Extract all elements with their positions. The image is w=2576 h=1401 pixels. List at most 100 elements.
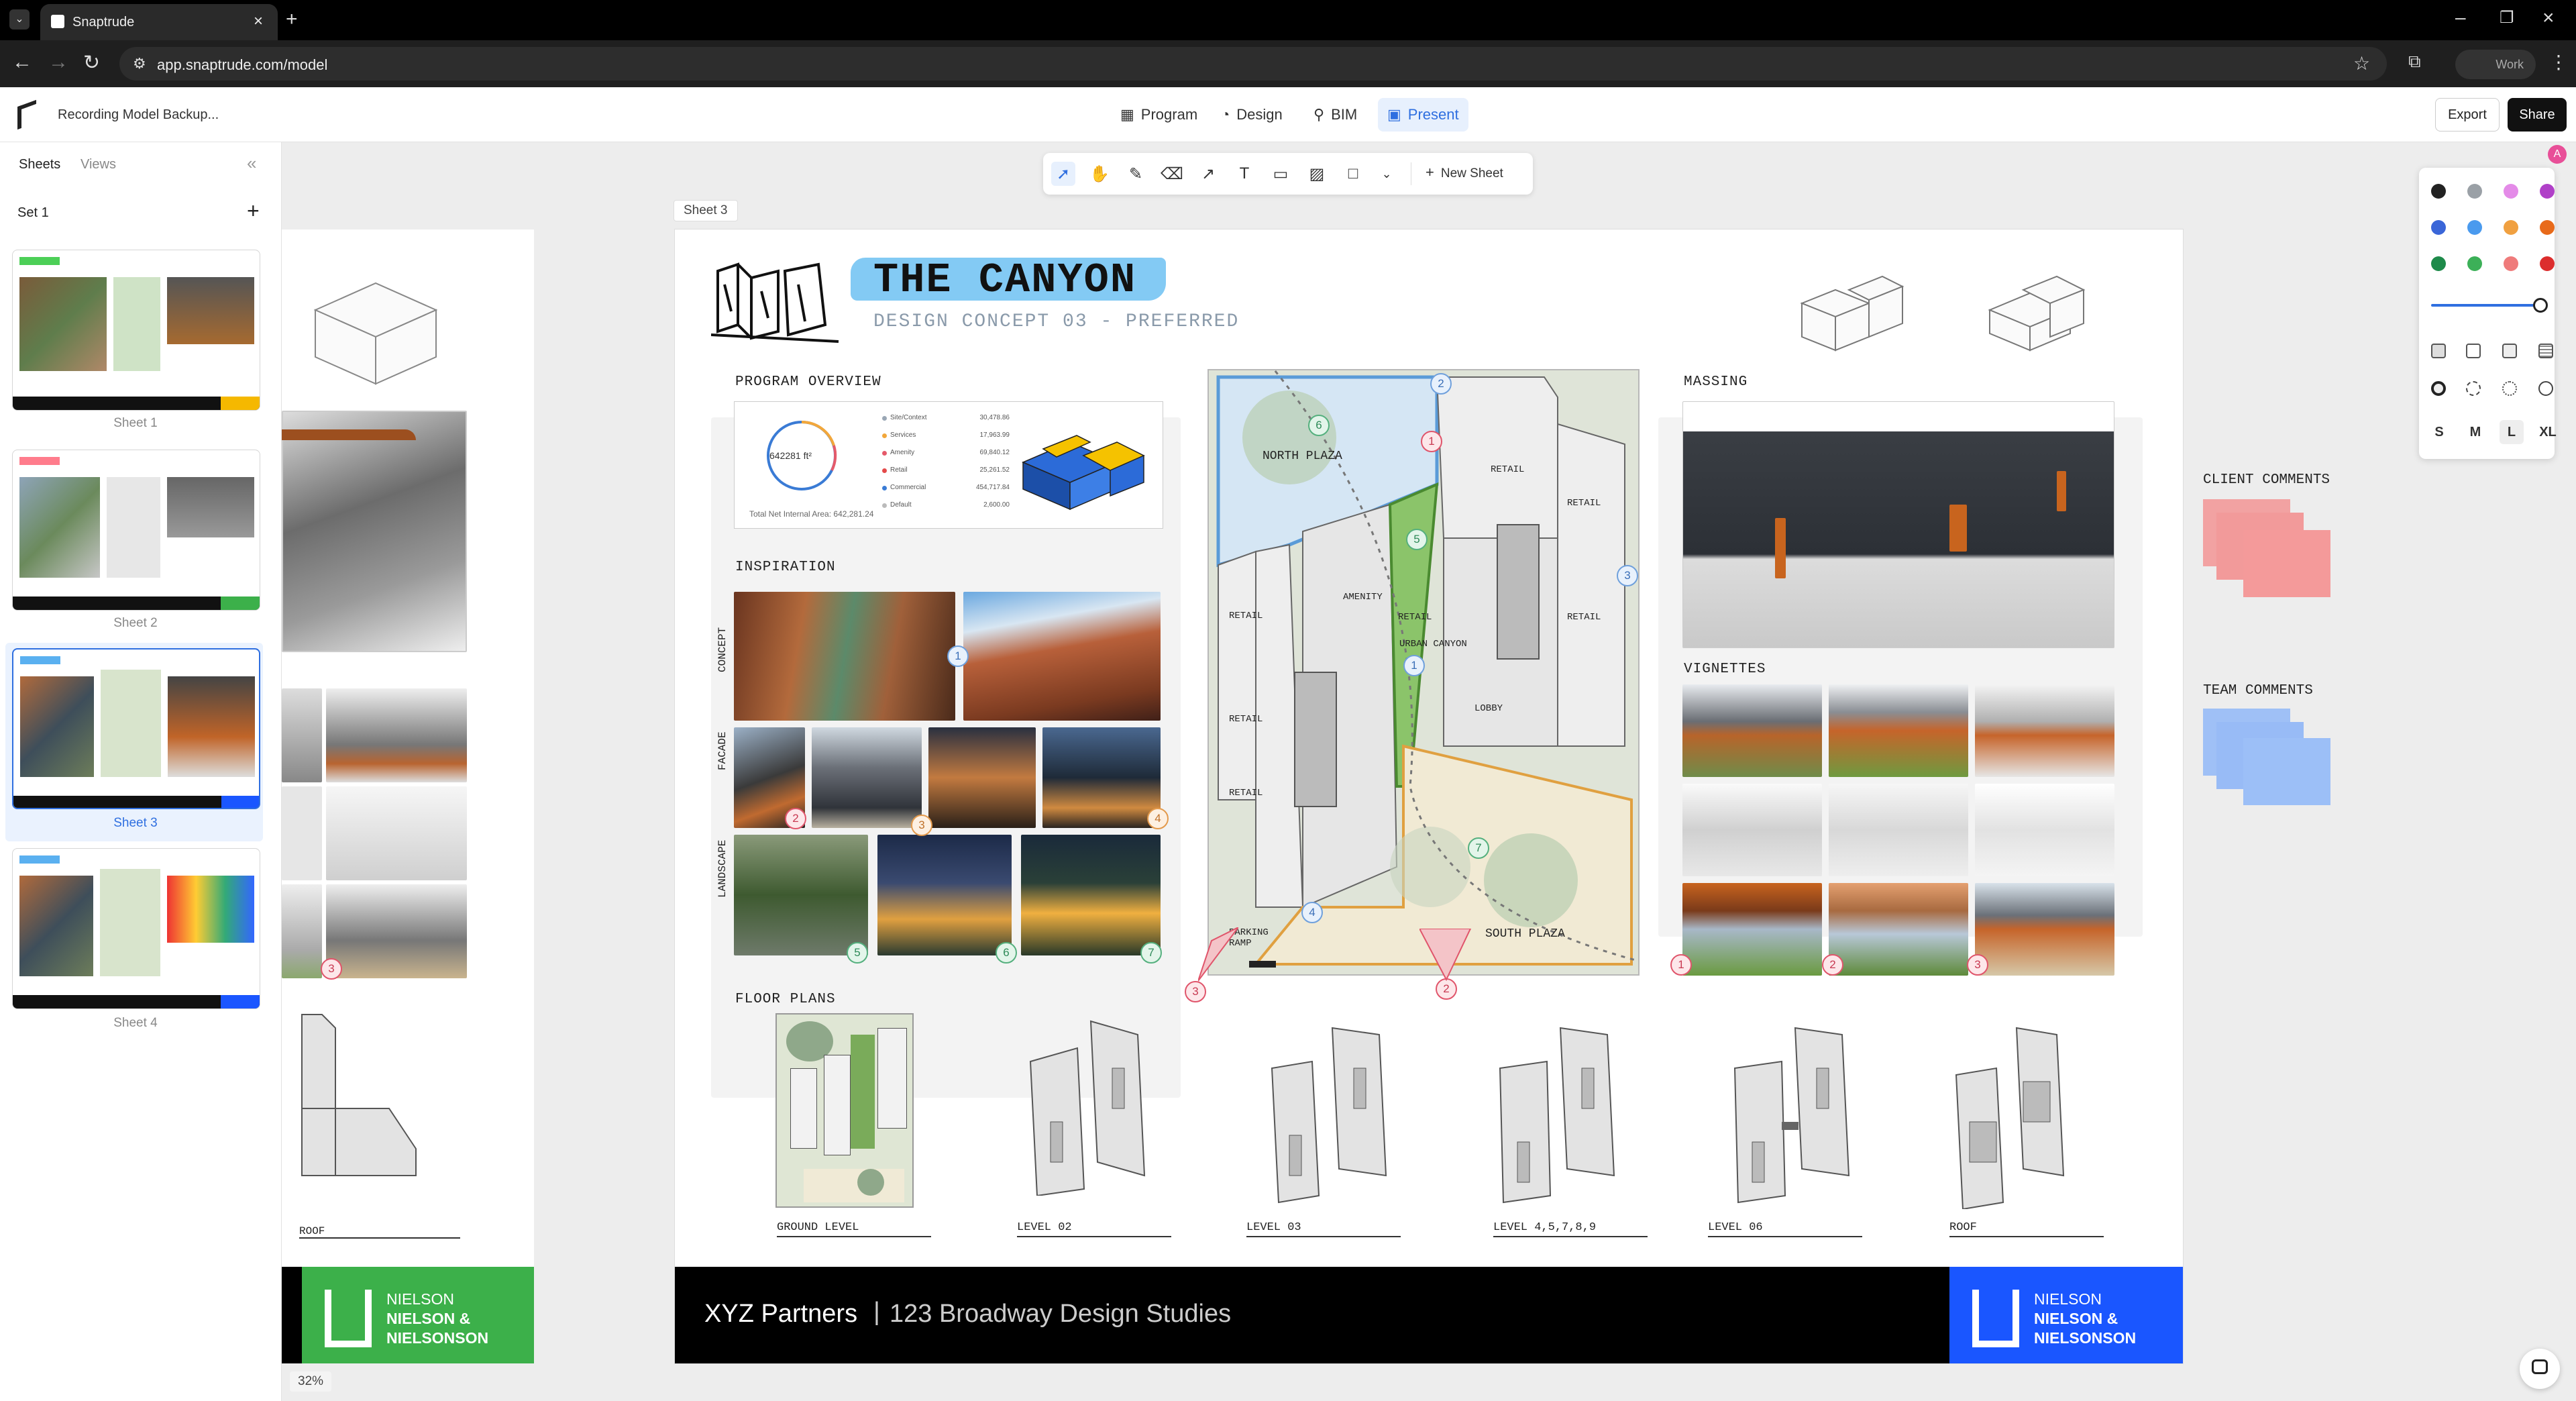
site-pin-4[interactable]: 4 [1301,902,1323,923]
vignette-9[interactable] [1975,883,2114,976]
minimize-icon[interactable]: – [2455,7,2466,28]
site-pin-5[interactable]: 5 [1406,529,1428,550]
vignette-7[interactable] [1682,883,1822,976]
comment-pin-3[interactable]: 3 [911,815,932,836]
comment-pin-7[interactable]: 7 [1140,942,1162,964]
opacity-slider-handle[interactable] [2533,298,2548,313]
profile-chip[interactable]: Work [2455,50,2536,79]
size-button[interactable]: XL [2536,420,2560,444]
color-swatch[interactable] [2504,184,2518,199]
vignette-3[interactable] [1975,684,2114,777]
hand-tool-icon[interactable]: ✋ [1087,162,1112,186]
browser-menu-icon[interactable]: ⋮ [2549,51,2568,73]
comment-pin-5[interactable]: 5 [847,942,868,964]
stroke-dotted-icon[interactable] [2502,381,2517,396]
vignette-5[interactable] [1829,784,1968,876]
site-pin-1b[interactable]: 1 [1403,655,1425,676]
tab-list-icon[interactable]: ⌄ [9,9,30,30]
comment-pin[interactable]: 3 [321,958,342,980]
color-swatch[interactable] [2431,184,2446,199]
stroke-thin-icon[interactable] [2538,381,2553,396]
nav-bim[interactable]: ⚲ BIM [1304,98,1366,132]
arrow-tool-icon[interactable]: ↗ [1196,162,1220,186]
restore-icon[interactable]: ❐ [2500,8,2514,28]
zoom-level[interactable]: 32% [290,1371,332,1392]
select-tool-icon[interactable]: ➚ [1051,162,1075,186]
facade-image-2[interactable] [812,727,922,828]
tab-views[interactable]: Views [80,157,116,172]
vignette-8[interactable] [1829,883,1968,976]
color-swatch[interactable] [2467,220,2482,235]
sheet-label-1[interactable]: Sheet 1 [0,416,271,431]
sheet-label-4[interactable]: Sheet 4 [0,1016,271,1031]
add-sheet-icon[interactable]: + [247,199,260,223]
sheet-thumbnail-2[interactable] [12,450,260,611]
roof-plan[interactable] [1943,1015,2077,1209]
nav-present[interactable]: ▣ Present [1378,98,1468,132]
fill-none-icon[interactable] [2431,344,2446,358]
comment-pin-6[interactable]: 6 [996,942,1017,964]
vignette-4[interactable] [1682,784,1822,876]
text-tool-icon[interactable]: T [1232,162,1256,186]
export-button[interactable]: Export [2435,98,2500,132]
level-03-plan[interactable] [1258,1015,1393,1209]
forward-icon[interactable]: → [48,51,68,74]
sheet-tag[interactable]: Sheet 3 [674,200,738,221]
landscape-image-3[interactable] [1021,835,1161,955]
size-button[interactable]: L [2500,420,2524,444]
close-window-icon[interactable]: × [2542,7,2555,30]
vignette-pin-3[interactable]: 3 [1967,954,1988,976]
presentation-sheet[interactable]: THE CANYON DESIGN CONCEPT 03 - PREFERRED… [675,229,2183,1363]
back-icon[interactable]: ← [12,51,32,74]
browser-tab[interactable]: Snaptrude × [40,4,278,40]
share-button[interactable]: Share [2508,98,2567,132]
facade-image-3[interactable] [928,727,1036,828]
stroke-solid-icon[interactable] [2431,381,2446,396]
vignette-pin-1[interactable]: 1 [1670,954,1692,976]
rectangle-tool-icon[interactable]: □ [1341,162,1365,186]
program-overview-card[interactable]: 642281 ft² Total Net Internal Area: 642,… [734,401,1163,529]
color-swatch[interactable] [2540,256,2555,271]
new-tab-icon[interactable]: + [286,8,298,31]
level-4-9-plan[interactable] [1487,1015,1621,1209]
concept-image-2[interactable] [963,592,1161,721]
vignette-pin-2[interactable]: 2 [1822,954,1843,976]
previous-sheet-preview[interactable]: 3 ROOF NIELSON NIELSON & NIELSONSON [282,229,534,1363]
site-plan[interactable]: 2 1 6 5 3 1 7 4 NORTH PLAZA AMENITY RETAIL… [1208,369,1640,976]
sheet-thumbnail-3[interactable] [12,648,260,809]
chat-support-button[interactable] [2520,1349,2560,1389]
extensions-icon[interactable]: ⧉ [2408,51,2421,72]
sheet-thumbnail-4[interactable] [12,848,260,1009]
stroke-dashed-icon[interactable] [2466,381,2481,396]
nav-program[interactable]: ▦ Program [1111,98,1207,132]
massing-render[interactable] [1682,401,2114,648]
site-pin-2[interactable]: 2 [1430,373,1452,395]
comment-pin-2[interactable]: 2 [785,808,806,829]
comment-pin-4[interactable]: 4 [1147,808,1169,829]
team-comment-note[interactable] [2243,738,2330,805]
comment-pin-1[interactable]: 1 [947,645,969,667]
collapse-sidebar-icon[interactable]: « [247,153,256,174]
concept-image-1[interactable] [734,592,955,721]
sheet-label-2[interactable]: Sheet 2 [0,616,271,631]
facade-image-4[interactable] [1042,727,1161,828]
sticky-note-tool-icon[interactable]: ▭ [1269,162,1293,186]
color-swatch[interactable] [2431,220,2446,235]
image-tool-icon[interactable]: ▨ [1305,162,1329,186]
size-button[interactable]: S [2427,420,2451,444]
site-pin-7[interactable]: 7 [1468,837,1489,859]
color-swatch[interactable] [2504,220,2518,235]
size-button[interactable]: M [2463,420,2487,444]
pencil-tool-icon[interactable]: ✎ [1124,162,1148,186]
set-title[interactable]: Set 1 [17,205,49,221]
fill-solid-icon[interactable] [2502,344,2517,358]
nav-design[interactable]: ◔ Design [1212,98,1292,132]
color-swatch[interactable] [2504,256,2518,271]
user-avatar[interactable]: A [2548,145,2567,164]
tab-sheets[interactable]: Sheets [19,157,60,172]
client-comment-note[interactable] [2243,530,2330,597]
reload-icon[interactable]: ↻ [83,51,100,74]
site-pin-3[interactable]: 3 [1617,565,1638,586]
site-pin-1[interactable]: 1 [1421,431,1442,452]
sheet-thumbnail-1[interactable] [12,250,260,411]
